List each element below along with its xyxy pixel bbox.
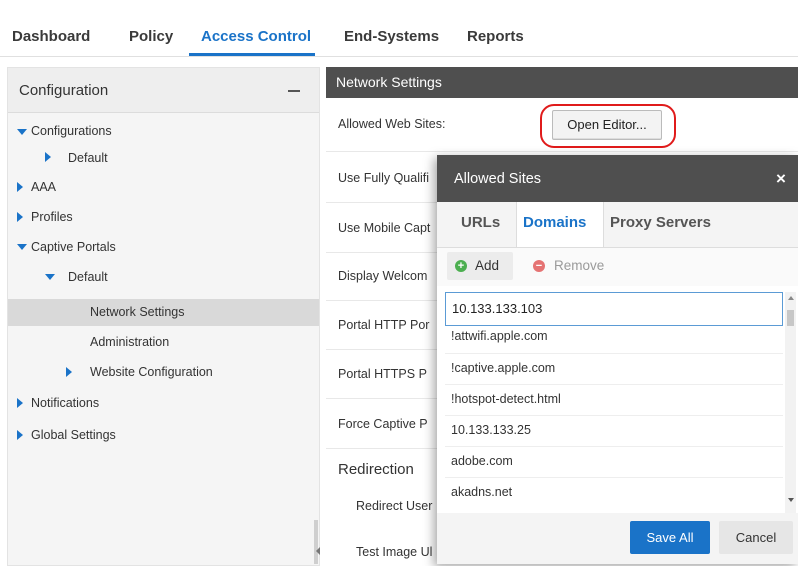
dialog-header: Allowed Sites × xyxy=(437,155,798,202)
caret-down-icon[interactable] xyxy=(45,274,55,280)
panel-header: Network Settings xyxy=(326,67,798,98)
tree-item-profiles[interactable]: Profiles xyxy=(31,210,73,224)
list-item[interactable]: adobe.com xyxy=(445,447,783,478)
tree-item-administration[interactable]: Administration xyxy=(90,335,169,349)
collapse-icon[interactable] xyxy=(288,90,300,92)
domain-input[interactable]: 10.133.133.103 xyxy=(445,292,783,326)
sidebar-header: Configuration xyxy=(8,68,319,113)
tree-item-global-settings[interactable]: Global Settings xyxy=(31,428,116,442)
nav-divider xyxy=(0,56,798,57)
setting-label: Display Welcom xyxy=(338,269,428,283)
caret-right-icon[interactable] xyxy=(17,430,23,440)
tab-policy[interactable]: Policy xyxy=(129,28,173,45)
sidebar-title: Configuration xyxy=(19,82,109,99)
tab-reports[interactable]: Reports xyxy=(467,28,524,45)
panel-title: Network Settings xyxy=(336,74,442,90)
open-editor-button[interactable]: Open Editor... xyxy=(552,110,662,140)
dialog-toolbar: + Add − Remove xyxy=(437,248,798,286)
dialog-tabs: URLs Domains Proxy Servers xyxy=(437,202,798,248)
setting-label: Use Fully Qualifi xyxy=(338,171,429,185)
list-item[interactable]: !hotspot-detect.html xyxy=(445,385,783,416)
caret-right-icon[interactable] xyxy=(17,212,23,222)
dialog-footer: Save All Cancel xyxy=(437,513,798,564)
tree-item-website-configuration[interactable]: Website Configuration xyxy=(90,365,213,379)
scroll-down-icon[interactable] xyxy=(788,498,794,502)
caret-right-icon[interactable] xyxy=(17,182,23,192)
top-navigation: Dashboard Policy Access Control End-Syst… xyxy=(0,0,798,57)
tab-end-systems[interactable]: End-Systems xyxy=(344,28,439,45)
dialog-title: Allowed Sites xyxy=(454,171,542,187)
save-all-button[interactable]: Save All xyxy=(630,521,710,554)
caret-right-icon[interactable] xyxy=(17,398,23,408)
cancel-button[interactable]: Cancel xyxy=(719,521,793,554)
tree-item-configurations[interactable]: Configurations xyxy=(31,124,112,138)
tree-item-default-portal[interactable]: Default xyxy=(68,270,108,284)
list-item[interactable]: 10.133.133.25 xyxy=(445,416,783,447)
tab-urls[interactable]: URLs xyxy=(461,214,500,231)
setting-label: Portal HTTP Por xyxy=(338,318,430,332)
tab-domains[interactable]: Domains xyxy=(523,214,586,231)
tree-item-aaa[interactable]: AAA xyxy=(31,180,56,194)
chevron-left-icon[interactable] xyxy=(316,547,320,555)
tab-proxy-servers[interactable]: Proxy Servers xyxy=(610,214,711,231)
row-divider xyxy=(326,151,798,152)
scroll-up-icon[interactable] xyxy=(788,296,794,300)
redirect-user-label: Redirect User xyxy=(356,499,433,513)
scroll-thumb[interactable] xyxy=(787,310,794,326)
configuration-sidebar: Configuration Configurations Default AAA… xyxy=(7,67,320,566)
close-icon[interactable]: × xyxy=(776,169,786,189)
add-button[interactable]: + Add xyxy=(447,252,513,280)
allowed-web-sites-label: Allowed Web Sites: xyxy=(338,117,446,131)
setting-label: Use Mobile Capt xyxy=(338,221,431,235)
caret-right-icon[interactable] xyxy=(66,367,72,377)
remove-button[interactable]: Remove xyxy=(554,258,604,273)
tree-item-default[interactable]: Default xyxy=(68,151,108,165)
redirection-heading: Redirection xyxy=(338,461,414,478)
caret-down-icon[interactable] xyxy=(17,244,27,250)
minus-icon: − xyxy=(533,260,545,272)
caret-down-icon[interactable] xyxy=(17,129,27,135)
setting-label: Portal HTTPS P xyxy=(338,367,427,381)
plus-icon: + xyxy=(455,260,467,272)
list-item[interactable]: !attwifi.apple.com xyxy=(445,326,783,354)
tab-dashboard[interactable]: Dashboard xyxy=(12,28,90,45)
splitter-handle[interactable] xyxy=(314,520,318,564)
caret-right-icon[interactable] xyxy=(45,152,51,162)
list-item[interactable]: !captive.apple.com xyxy=(445,354,783,385)
tree-item-network-settings[interactable]: Network Settings xyxy=(90,305,184,319)
tree-item-notifications[interactable]: Notifications xyxy=(31,396,99,410)
add-label: Add xyxy=(475,258,500,273)
list-scrollbar[interactable] xyxy=(785,292,796,513)
allowed-sites-dialog: Allowed Sites × URLs Domains Proxy Serve… xyxy=(437,155,798,564)
tree-item-captive-portals[interactable]: Captive Portals xyxy=(31,240,116,254)
test-image-label: Test Image Ul xyxy=(356,545,433,559)
tab-access-control[interactable]: Access Control xyxy=(201,28,311,45)
setting-label: Force Captive P xyxy=(338,417,428,431)
list-item[interactable]: akadns.net xyxy=(445,478,783,509)
